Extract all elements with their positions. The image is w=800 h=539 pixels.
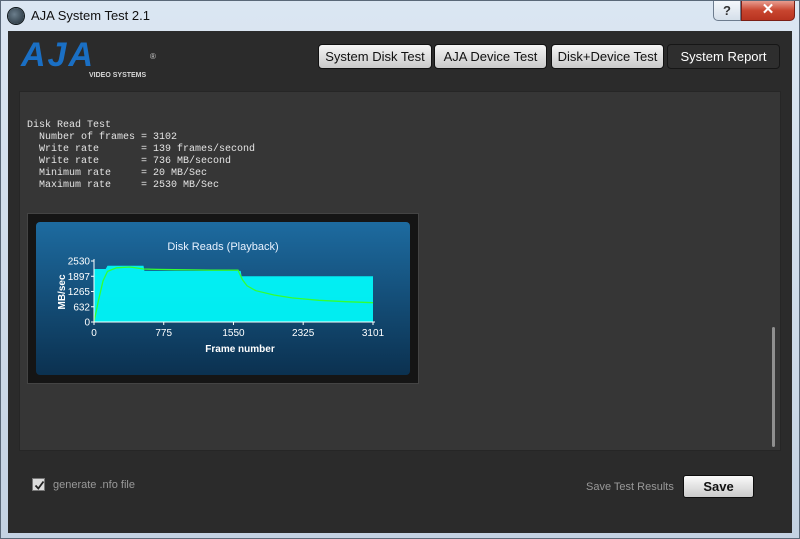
y-tick-label: 1897 [68, 272, 91, 283]
app-window: AJA System Test 2.1 ? ✕ AJA ® VIDEO SYST… [0, 0, 800, 539]
logo-subtitle: VIDEO SYSTEMS [89, 72, 147, 79]
aja-logo: AJA ® VIDEO SYSTEMS [20, 37, 156, 79]
x-tick-label: 0 [91, 328, 97, 339]
disk-device-test-button[interactable]: Disk+Device Test [551, 44, 664, 69]
chart-frame: Disk Reads (Playback) Frame number MB/se… [27, 213, 419, 384]
chart-xlabel: Frame number [205, 344, 275, 355]
checkmark-icon [34, 480, 45, 490]
results-text: Disk Read Test Number of frames = 3102 W… [27, 120, 255, 192]
system-report-button[interactable]: System Report [667, 44, 780, 69]
aja-device-test-button[interactable]: AJA Device Test [434, 44, 547, 69]
results-line: Write rate = 736 MB/second [27, 156, 232, 167]
save-results-label: Save Test Results [586, 481, 674, 493]
generate-nfo-checkbox[interactable] [32, 478, 45, 491]
results-heading: Disk Read Test [27, 120, 112, 131]
chart-title: Disk Reads (Playback) [167, 241, 278, 253]
logo-registered-mark: ® [150, 52, 156, 61]
x-tick-label: 2325 [292, 328, 315, 339]
close-button[interactable]: ✕ [741, 1, 795, 21]
main-panel: AJA ® VIDEO SYSTEMS System Disk Test AJA… [8, 31, 792, 533]
x-tick-label: 1550 [222, 328, 245, 339]
title-bar[interactable]: AJA System Test 2.1 ? ✕ [1, 1, 799, 31]
results-line: Maximum rate = 2530 MB/Sec [27, 180, 220, 191]
logo-wordmark: AJA [20, 37, 95, 74]
y-tick-label: 0 [84, 318, 90, 329]
chart-ylabel: MB/sec [57, 274, 68, 309]
y-tick-label: 632 [73, 302, 90, 313]
x-tick-label: 3101 [362, 328, 385, 339]
disk-reads-chart: Disk Reads (Playback) Frame number MB/se… [36, 222, 410, 375]
save-button[interactable]: Save [683, 475, 754, 498]
results-line: Number of frames = 3102 [27, 132, 178, 143]
vertical-scrollbar[interactable] [770, 92, 780, 450]
y-tick-label: 2530 [68, 257, 91, 268]
scrollbar-thumb[interactable] [772, 327, 775, 447]
x-tick-label: 775 [155, 328, 172, 339]
window-title: AJA System Test 2.1 [31, 8, 150, 23]
help-button[interactable]: ? [713, 1, 741, 21]
system-disk-test-button[interactable]: System Disk Test [318, 44, 432, 69]
results-line: Minimum rate = 20 MB/Sec [27, 168, 208, 179]
y-tick-label: 1265 [68, 287, 91, 298]
results-line: Write rate = 139 frames/second [27, 144, 256, 155]
report-panel: Disk Read Test Number of frames = 3102 W… [19, 91, 781, 451]
app-icon [8, 8, 24, 24]
generate-nfo-label: generate .nfo file [53, 479, 135, 491]
